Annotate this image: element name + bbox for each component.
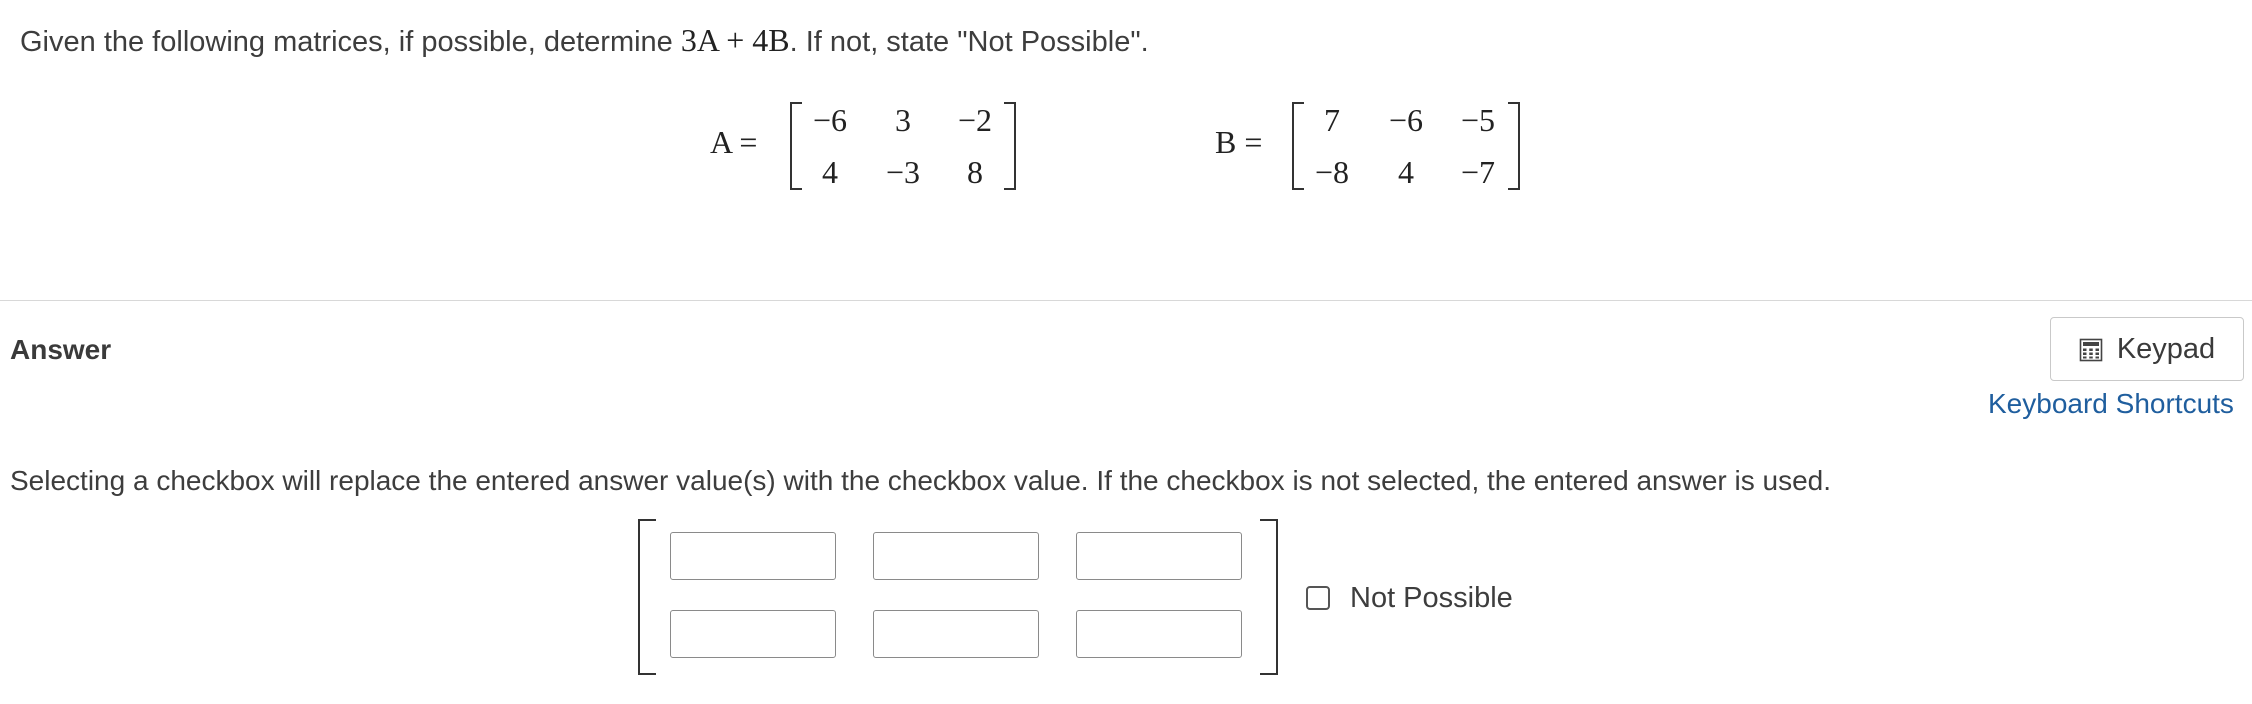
question-suffix: . If not, state "Not Possible".: [789, 26, 1149, 58]
section-divider: [0, 300, 2252, 301]
matrix-b-cell: −8: [1314, 154, 1350, 190]
keypad-button[interactable]: Keypad: [2050, 317, 2244, 381]
matrix-b-right-bracket: [1508, 102, 1520, 190]
matrix-b-cell: −6: [1388, 102, 1424, 138]
answer-matrix-left-bracket: [638, 519, 656, 675]
matrix-a-cell: −6: [812, 102, 848, 138]
matrix-a-label: A =: [710, 124, 758, 160]
matrix-b-cell: −7: [1460, 154, 1496, 190]
checkbox-instructions: Selecting a checkbox will replace the en…: [10, 465, 1831, 496]
matrix-a-cell: 3: [895, 102, 911, 138]
answer-cell-input[interactable]: [1076, 532, 1242, 580]
matrix-b-cell: −5: [1460, 102, 1496, 138]
answer-cell-input[interactable]: [873, 610, 1039, 658]
matrix-b-cell: 7: [1324, 102, 1340, 138]
matrix-a-cell: 8: [967, 154, 983, 190]
matrix-a-cell: 4: [822, 154, 838, 190]
question-prefix: Given the following matrices, if possibl…: [20, 26, 681, 58]
answer-matrix-right-bracket: [1260, 519, 1278, 675]
keyboard-shortcuts-link[interactable]: Keyboard Shortcuts: [1988, 388, 2234, 420]
answer-cell-input[interactable]: [670, 532, 836, 580]
matrix-a-cell: −3: [885, 154, 921, 190]
matrix-b-label: B =: [1215, 124, 1263, 160]
keypad-label: Keypad: [2116, 332, 2216, 365]
answer-cell-input[interactable]: [1076, 610, 1242, 658]
answer-cell-input[interactable]: [873, 532, 1039, 580]
not-possible-checkbox[interactable]: [1306, 586, 1330, 610]
question-text: Given the following matrices, if possibl…: [20, 22, 1149, 59]
calculator-icon: [2079, 337, 2103, 362]
not-possible-label[interactable]: Not Possible: [1350, 582, 1513, 615]
question-expression: 3A + 4B: [680, 22, 790, 58]
matrix-b-cell: 4: [1398, 154, 1414, 190]
answer-heading: Answer: [10, 334, 112, 365]
matrix-a-right-bracket: [1004, 102, 1016, 190]
answer-cell-input[interactable]: [670, 610, 836, 658]
matrix-a-cell: −2: [957, 102, 993, 138]
